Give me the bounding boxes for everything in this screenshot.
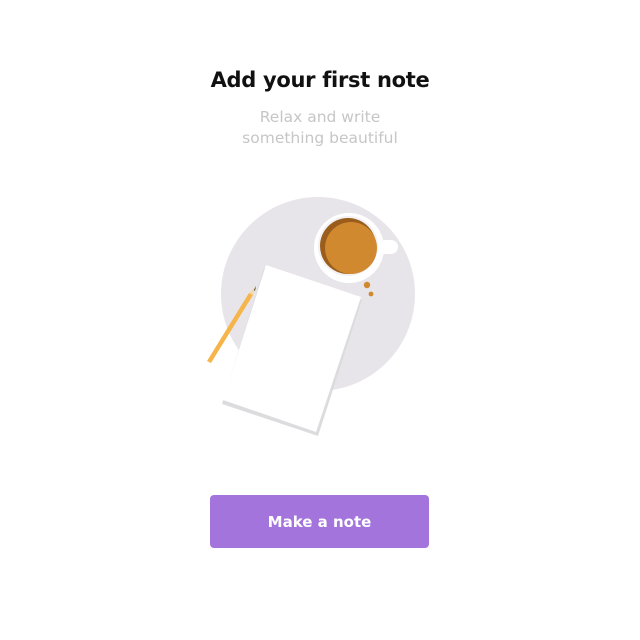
subtitle-line-2: something beautiful bbox=[242, 129, 398, 147]
coffee-and-paper-illustration bbox=[207, 197, 415, 436]
make-note-button[interactable]: Make a note bbox=[210, 495, 429, 548]
page-subtitle: Relax and write something beautiful bbox=[220, 107, 420, 149]
subtitle-line-1: Relax and write bbox=[259, 108, 381, 126]
page-title: Add your first note bbox=[210, 68, 430, 92]
